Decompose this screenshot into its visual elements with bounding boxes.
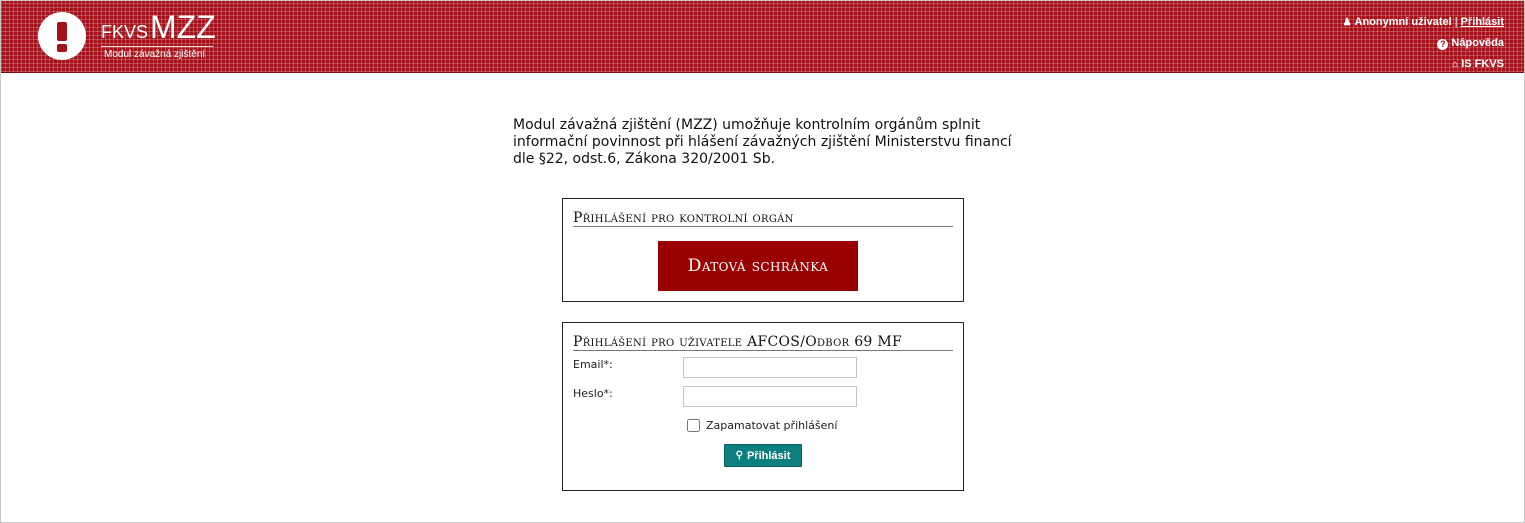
intro-text: Modul závažná zjištění (MZZ) umožňuje ko… xyxy=(513,117,1012,167)
user-label: Anonymní uživatel xyxy=(1354,16,1452,28)
data-box-button[interactable]: Datová schránka xyxy=(658,241,858,291)
password-field[interactable] xyxy=(683,386,857,407)
brand-divider xyxy=(101,46,213,47)
help-row[interactable]: ? Nápověda xyxy=(1343,33,1504,54)
email-label: Email*: xyxy=(573,358,613,371)
brand-title: FKVSMZZ xyxy=(101,9,216,46)
remember-label: Zapamatovat přihlášení xyxy=(706,419,838,432)
brand-subtitle: Modul závažná zjištění xyxy=(104,49,206,60)
login-link[interactable]: Přihlásit xyxy=(1461,16,1504,28)
control-body-login-title: Přihlášení pro kontrolní orgán xyxy=(573,210,953,227)
remember-checkbox[interactable] xyxy=(687,419,700,432)
key-icon: ⚲ xyxy=(735,450,743,461)
user-icon: ♟ xyxy=(1342,17,1352,28)
separator: | xyxy=(1454,16,1458,28)
home-icon: ⌂ xyxy=(1452,59,1459,70)
is-fkvs-link[interactable]: IS FKVS xyxy=(1461,58,1504,70)
brand-prefix: FKVS xyxy=(101,22,149,42)
exclamation-icon xyxy=(38,12,86,60)
password-label: Heslo*: xyxy=(573,387,613,400)
brand-main: MZZ xyxy=(150,9,216,45)
exclamation-bar xyxy=(57,22,67,41)
submit-login-label: Přihlásit xyxy=(746,449,791,462)
afcos-login-title: Přihlášení pro uživatele AFCOS/Odbor 69 … xyxy=(573,334,953,351)
question-circle-icon: ? xyxy=(1437,39,1449,50)
help-link[interactable]: Nápověda xyxy=(1451,37,1504,49)
is-fkvs-row[interactable]: ⌂ IS FKVS xyxy=(1343,54,1504,75)
header-bar: FKVSMZZ Modul závažná zjištění ♟ Anonymní… xyxy=(1,1,1524,73)
exclamation-dot xyxy=(57,44,67,52)
email-field[interactable] xyxy=(683,357,857,378)
control-body-login-panel: Přihlášení pro kontrolní orgán Datová sc… xyxy=(562,198,964,302)
remember-login[interactable]: Zapamatovat přihlášení xyxy=(687,419,837,432)
top-navigation: ♟ Anonymní uživatel | Přihlásit ? Nápověda ⌂… xyxy=(1343,12,1504,75)
user-row: ♟ Anonymní uživatel | Přihlásit xyxy=(1343,12,1504,33)
afcos-login-panel: Přihlášení pro uživatele AFCOS/Odbor 69 … xyxy=(562,322,964,491)
submit-login-button[interactable]: ⚲ Přihlásit xyxy=(724,444,802,467)
